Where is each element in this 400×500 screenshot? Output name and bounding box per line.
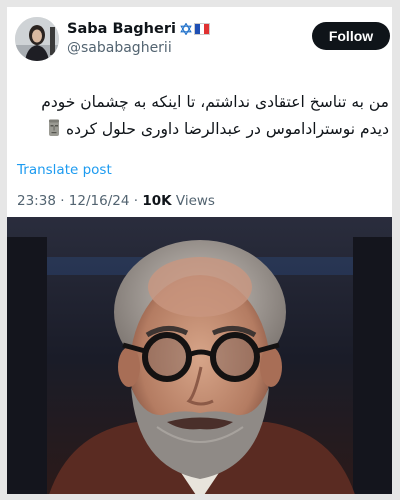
tweet-card: Saba Bagheri @sababagherii Follow من به … xyxy=(0,0,400,500)
display-name[interactable]: Saba Bagheri xyxy=(67,21,176,37)
tweet-text-line-2-text: دیدم نوستراداموس در عبدالرضا داوری حلول … xyxy=(66,120,389,138)
follow-button[interactable]: Follow xyxy=(312,22,390,50)
france-flag-icon xyxy=(193,23,210,35)
meta-separator: · xyxy=(60,193,69,209)
tweet-date[interactable]: 12/16/24 xyxy=(69,193,130,209)
star-of-david-icon xyxy=(180,23,192,35)
views-count: 10K xyxy=(142,193,172,209)
user-handle[interactable]: @sababagherii xyxy=(67,40,172,56)
moai-icon xyxy=(49,119,60,136)
name-row: Saba Bagheri xyxy=(67,21,210,37)
tweet-text-line-1: من به تناسخ اعتقادی نداشتم، تا اینکه به … xyxy=(41,93,389,111)
tweet-time[interactable]: 23:38 xyxy=(17,193,56,209)
translate-post-link[interactable]: Translate post xyxy=(17,162,112,178)
tweet-text-line-2: دیدم نوستراداموس در عبدالرضا داوری حلول … xyxy=(19,116,389,143)
views-label: Views xyxy=(175,193,215,209)
tweet-text: من به تناسخ اعتقادی نداشتم، تا اینکه به … xyxy=(19,89,389,143)
tweet-metadata: 23:38 · 12/16/24 · 10K Views xyxy=(17,193,215,209)
name-emojis xyxy=(180,23,210,35)
tweet-image[interactable] xyxy=(7,217,392,494)
avatar[interactable] xyxy=(15,17,59,61)
